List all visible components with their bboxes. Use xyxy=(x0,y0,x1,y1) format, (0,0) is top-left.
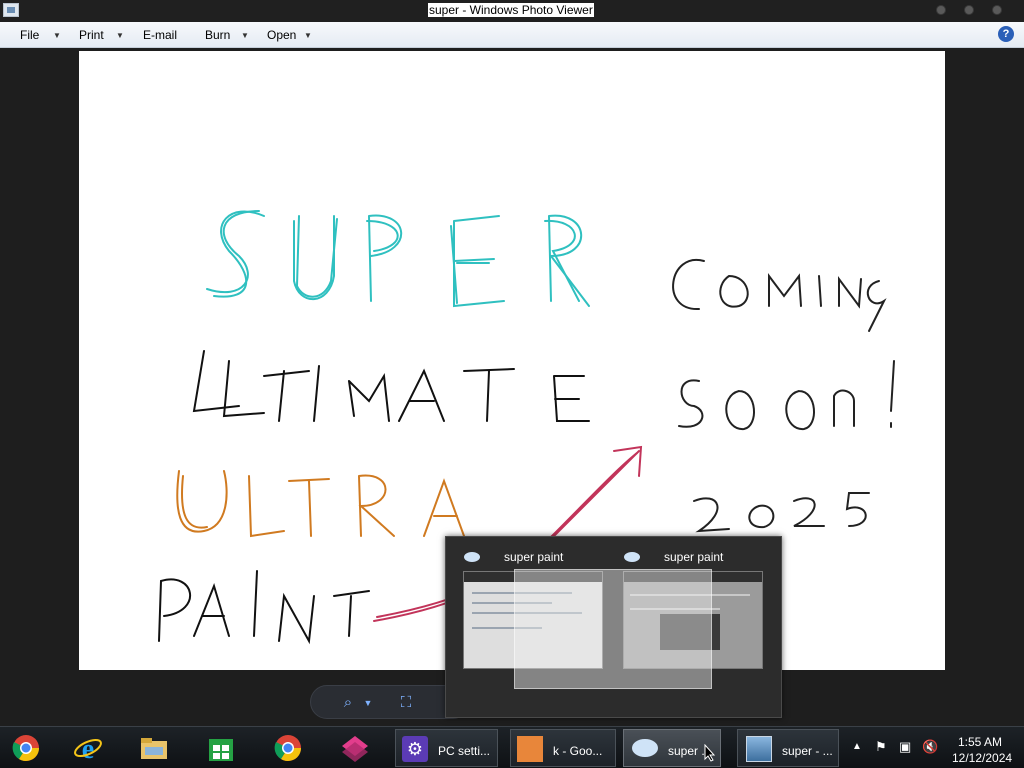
chevron-down-icon[interactable]: ▼ xyxy=(304,31,312,40)
preview-title[interactable]: super paint xyxy=(504,550,563,564)
super-paint-icon xyxy=(464,552,480,562)
flag-icon[interactable]: ⚑ xyxy=(875,739,887,755)
store-icon[interactable] xyxy=(206,733,236,763)
menu-file[interactable]: File xyxy=(20,28,39,42)
word-paint xyxy=(158,570,370,645)
mouse-cursor-icon xyxy=(704,744,716,762)
word-ultra xyxy=(176,470,465,538)
menu-burn[interactable]: Burn xyxy=(205,28,230,42)
maximize-button[interactable] xyxy=(964,5,974,15)
clock-date[interactable]: 12/12/2024 xyxy=(952,751,1012,765)
taskbar: e ⚙ PC setti... k - Goo... super ... sup… xyxy=(0,726,1024,768)
menu-email[interactable]: E-mail xyxy=(143,28,177,42)
peek-overlay xyxy=(514,569,712,689)
show-hidden-icons-icon[interactable]: ▲ xyxy=(852,739,862,755)
chevron-down-icon[interactable]: ▼ xyxy=(53,31,61,40)
photo-viewer-icon xyxy=(746,736,772,762)
super-paint-icon xyxy=(624,552,640,562)
window-title: super - Windows Photo Viewer xyxy=(428,3,594,17)
title-bar: super - Windows Photo Viewer xyxy=(0,0,1024,22)
photo-viewer-icon xyxy=(3,3,19,17)
super-paint-icon xyxy=(632,739,658,757)
word-ultimate xyxy=(192,350,590,422)
taskbar-button-google[interactable]: k - Goo... xyxy=(510,729,616,767)
gear-icon: ⚙ xyxy=(402,736,428,762)
taskbar-button-photo-viewer[interactable]: super - ... xyxy=(737,729,839,767)
file-explorer-icon[interactable] xyxy=(139,733,169,763)
chevron-down-icon[interactable]: ▼ xyxy=(241,31,249,40)
taskbar-button-pc-settings[interactable]: ⚙ PC setti... xyxy=(395,729,498,767)
chrome-icon[interactable] xyxy=(11,733,41,763)
word-super xyxy=(206,210,590,308)
menu-bar: File ▼ Print ▼ E-mail Burn ▼ Open ▼ xyxy=(0,22,1024,48)
close-button[interactable] xyxy=(992,5,1002,15)
taskbar-preview-popup: super paint super paint xyxy=(445,536,782,718)
chevron-down-icon[interactable]: ▼ xyxy=(116,31,124,40)
actual-size-icon[interactable]: ⛶ xyxy=(397,694,415,712)
network-icon[interactable]: ▣ xyxy=(899,739,911,755)
preview-title[interactable]: super paint xyxy=(664,550,723,564)
google-chrome-icon[interactable] xyxy=(273,733,303,763)
internet-explorer-icon[interactable]: e xyxy=(73,733,103,763)
words-coming-soon xyxy=(672,258,895,533)
zoom-icon[interactable]: ⌕ xyxy=(339,694,357,712)
paint-app-icon xyxy=(517,736,543,762)
volume-muted-icon[interactable]: 🔇 xyxy=(922,739,938,755)
chevron-down-icon[interactable]: ▼ xyxy=(359,694,377,712)
help-icon[interactable]: ? xyxy=(998,26,1014,42)
menu-print[interactable]: Print xyxy=(79,28,104,42)
menu-open[interactable]: Open xyxy=(267,28,296,42)
minimize-button[interactable] xyxy=(936,5,946,15)
clock-time[interactable]: 1:55 AM xyxy=(958,735,1002,749)
super-paint-icon[interactable] xyxy=(340,733,370,763)
svg-text:e: e xyxy=(82,734,94,763)
